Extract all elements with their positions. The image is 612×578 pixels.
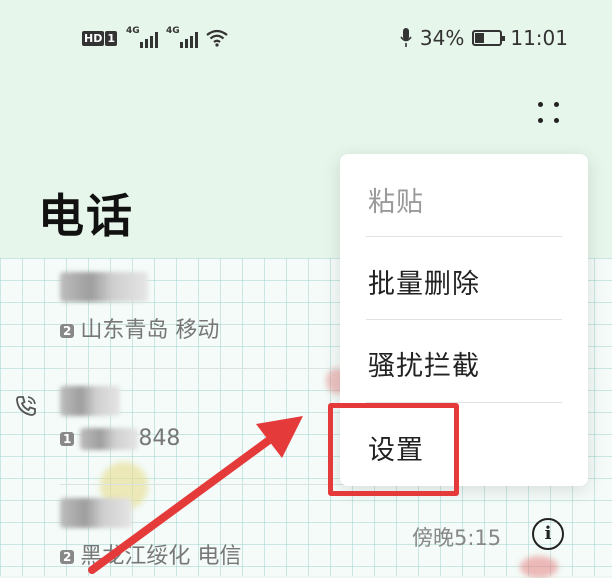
hd-icon: HD 1: [82, 30, 117, 46]
list-item[interactable]: 2 山东青岛 移动: [60, 272, 350, 344]
status-bar: HD 1 4G 4G 34% 11:01: [0, 22, 612, 58]
sim-badge: 2: [60, 550, 75, 564]
divider: [60, 484, 360, 485]
number-blurred: [80, 428, 139, 450]
more-vertical-icon[interactable]: [530, 96, 566, 132]
call-time: 傍晚5:15: [412, 526, 502, 550]
contact-name-blurred: [60, 386, 120, 416]
call-number: 848: [138, 426, 181, 451]
wifi-icon: [206, 29, 228, 47]
menu-item-paste[interactable]: 粘贴: [368, 180, 424, 219]
menu-item-batch-delete[interactable]: 批量删除: [368, 262, 480, 301]
phone-call-icon: [16, 396, 36, 416]
divider: [366, 319, 562, 320]
info-icon[interactable]: i: [532, 518, 564, 550]
contact-name-blurred: [60, 272, 148, 302]
sim-badge: 1: [60, 432, 75, 446]
sim-badge: 2: [60, 324, 75, 338]
battery-percent: 34%: [419, 26, 465, 50]
clock: 11:01: [510, 26, 568, 50]
call-location: 黑龙江绥化 电信: [80, 544, 242, 569]
contact-name-blurred: [60, 498, 132, 528]
mic-icon: [400, 28, 412, 47]
battery-icon: [472, 30, 506, 46]
divider: [366, 236, 562, 237]
call-location: 山东青岛 移动: [80, 318, 220, 343]
signal-icon: 4G: [166, 26, 198, 48]
signal-icon: 4G: [126, 26, 158, 48]
list-item[interactable]: 2 黑龙江绥化 电信: [60, 498, 350, 570]
decor-bubble: [520, 556, 558, 578]
highlight-box: [328, 403, 459, 496]
list-item[interactable]: 1 848: [60, 386, 350, 451]
page-title: 电话: [38, 189, 134, 243]
divider: [60, 368, 360, 369]
menu-item-harassment-block[interactable]: 骚扰拦截: [368, 344, 480, 383]
